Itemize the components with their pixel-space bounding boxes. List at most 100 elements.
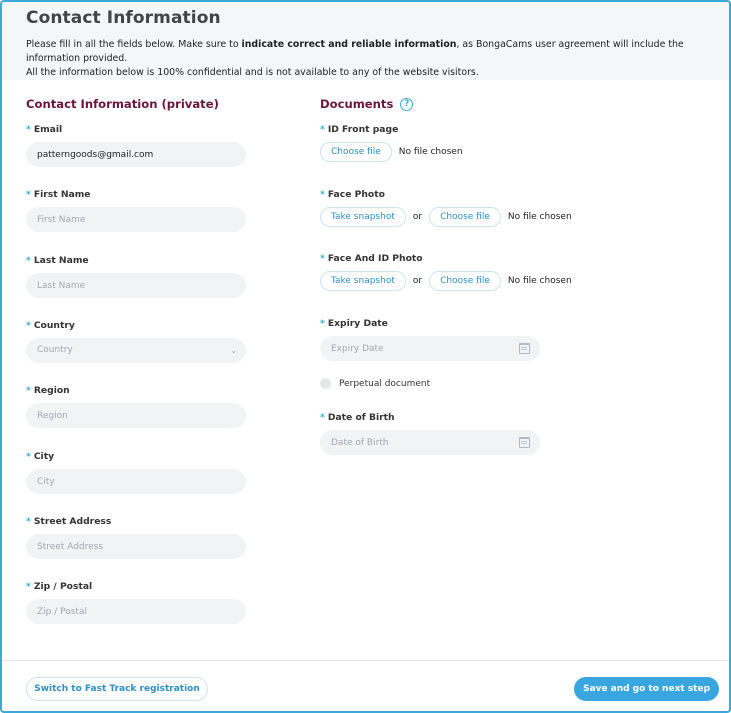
documents-section: Documents ? * ID Front page Choose file N… bbox=[320, 96, 620, 455]
country-select-value[interactable]: Country bbox=[26, 338, 246, 363]
intro-text-confidential: All the information below is 100% confid… bbox=[26, 67, 479, 78]
id-front-label: * ID Front page bbox=[320, 124, 463, 136]
country-label-text: Country bbox=[33, 320, 75, 331]
country-label: * Country bbox=[26, 320, 246, 332]
documents-section-title: Documents ? bbox=[320, 96, 620, 112]
required-mark: * bbox=[320, 253, 325, 264]
region-field-group: * Region bbox=[26, 385, 246, 428]
intro-text-emphasis: indicate correct and reliable informatio… bbox=[241, 39, 457, 50]
id-front-field-group: * ID Front page Choose file No file chose… bbox=[320, 124, 463, 162]
form-header: Contact Information Please fill in all t… bbox=[2, 2, 729, 80]
region-input[interactable] bbox=[26, 403, 246, 428]
zip-field-group: * Zip / Postal bbox=[26, 581, 246, 624]
documents-title-text: Documents bbox=[320, 97, 394, 111]
face-photo-take-snapshot-button[interactable]: Take snapshot bbox=[320, 207, 406, 227]
or-separator: or bbox=[412, 212, 423, 222]
expiry-date-input[interactable] bbox=[320, 336, 540, 361]
face-id-photo-field-group: * Face And ID Photo Take snapshot or Choo… bbox=[320, 253, 572, 291]
face-id-photo-choose-file-button[interactable]: Choose file bbox=[429, 271, 501, 291]
country-field-group: * Country Country ⌄ bbox=[26, 320, 246, 363]
id-front-label-text: ID Front page bbox=[327, 124, 399, 135]
first-name-input[interactable] bbox=[26, 207, 246, 232]
required-mark: * bbox=[26, 124, 31, 135]
contact-information-section: Contact Information (private) *Email *Fi… bbox=[26, 96, 266, 624]
first-name-label-text: First Name bbox=[33, 189, 91, 200]
last-name-field-group: * Last Name bbox=[26, 255, 246, 298]
contact-section-title: Contact Information (private) bbox=[26, 97, 219, 111]
id-front-file-row: Choose file No file chosen bbox=[320, 142, 463, 162]
perpetual-document-checkbox[interactable] bbox=[320, 378, 331, 389]
street-address-field-group: * Street Address bbox=[26, 516, 246, 559]
intro-text: Please fill in all the fields below. Mak… bbox=[26, 38, 705, 80]
street-address-label-text: Street Address bbox=[33, 516, 112, 527]
required-mark: * bbox=[320, 189, 325, 200]
country-select[interactable]: Country ⌄ bbox=[26, 338, 246, 363]
email-input[interactable] bbox=[26, 142, 246, 167]
id-front-choose-file-button[interactable]: Choose file bbox=[320, 142, 392, 162]
required-mark: * bbox=[26, 385, 31, 396]
first-name-label: * First Name bbox=[26, 189, 246, 201]
zip-input[interactable] bbox=[26, 599, 246, 624]
zip-label-text: Zip / Postal bbox=[33, 581, 93, 592]
required-mark: * bbox=[26, 255, 31, 266]
page-title: Contact Information bbox=[26, 8, 221, 28]
expiry-date-picker bbox=[320, 336, 540, 361]
date-of-birth-label-text: Date of Birth bbox=[327, 412, 395, 423]
required-mark: * bbox=[320, 124, 325, 135]
help-icon[interactable]: ? bbox=[400, 97, 414, 111]
calendar-icon[interactable] bbox=[519, 437, 530, 448]
face-id-photo-label-text: Face And ID Photo bbox=[327, 253, 423, 264]
date-of-birth-input[interactable] bbox=[320, 430, 540, 455]
date-of-birth-label: * Date of Birth bbox=[320, 412, 540, 424]
required-mark: * bbox=[26, 320, 31, 331]
city-input[interactable] bbox=[26, 469, 246, 494]
fast-track-registration-button[interactable]: Switch to Fast Track registration bbox=[26, 677, 208, 701]
last-name-label-text: Last Name bbox=[33, 255, 89, 266]
city-label: * City bbox=[26, 451, 246, 463]
required-mark: * bbox=[26, 451, 31, 462]
required-mark: * bbox=[320, 318, 325, 329]
face-id-photo-label: * Face And ID Photo bbox=[320, 253, 572, 265]
date-of-birth-picker bbox=[320, 430, 540, 455]
email-label: * Email bbox=[26, 124, 246, 136]
perpetual-document-label: Perpetual document bbox=[339, 378, 431, 389]
save-and-next-button[interactable]: Save and go to next step bbox=[574, 677, 719, 701]
expiry-date-label-text: Expiry Date bbox=[327, 318, 388, 329]
face-photo-file-row: Take snapshot or Choose file No file cho… bbox=[320, 207, 572, 227]
face-photo-choose-file-button[interactable]: Choose file bbox=[429, 207, 501, 227]
id-front-file-status: No file chosen bbox=[398, 147, 463, 157]
chevron-down-icon: ⌄ bbox=[230, 346, 237, 355]
expiry-date-field-group: * Expiry Date bbox=[320, 318, 540, 361]
city-label-text: City bbox=[33, 451, 55, 462]
region-label-text: Region bbox=[33, 385, 70, 396]
expiry-date-label: * Expiry Date bbox=[320, 318, 540, 330]
face-photo-label: * Face Photo bbox=[320, 189, 572, 201]
required-mark: * bbox=[26, 581, 31, 592]
zip-label: * Zip / Postal bbox=[26, 581, 246, 593]
perpetual-document-option[interactable]: Perpetual document bbox=[320, 378, 430, 389]
street-address-label: * Street Address bbox=[26, 516, 246, 528]
first-name-field-group: * First Name bbox=[26, 189, 246, 232]
face-id-photo-file-status: No file chosen bbox=[507, 276, 572, 286]
city-field-group: * City bbox=[26, 451, 246, 494]
required-mark: * bbox=[26, 189, 31, 200]
street-address-input[interactable] bbox=[26, 534, 246, 559]
intro-text-start: Please fill in all the fields below. Mak… bbox=[26, 39, 242, 50]
form-footer: Switch to Fast Track registration Save a… bbox=[2, 660, 729, 711]
calendar-icon[interactable] bbox=[519, 343, 530, 354]
date-of-birth-field-group: * Date of Birth bbox=[320, 412, 540, 455]
region-label: * Region bbox=[26, 385, 246, 397]
face-photo-field-group: * Face Photo Take snapshot or Choose file… bbox=[320, 189, 572, 227]
face-photo-label-text: Face Photo bbox=[327, 189, 385, 200]
required-mark: * bbox=[26, 516, 31, 527]
face-photo-file-status: No file chosen bbox=[507, 212, 572, 222]
last-name-label: * Last Name bbox=[26, 255, 246, 267]
registration-form-window: Contact Information Please fill in all t… bbox=[0, 0, 731, 713]
last-name-input[interactable] bbox=[26, 273, 246, 298]
face-id-photo-file-row: Take snapshot or Choose file No file cho… bbox=[320, 271, 572, 291]
or-separator: or bbox=[412, 276, 423, 286]
email-field-group: * Email bbox=[26, 124, 246, 167]
face-id-photo-take-snapshot-button[interactable]: Take snapshot bbox=[320, 271, 406, 291]
required-mark: * bbox=[320, 412, 325, 423]
email-label-text: Email bbox=[33, 124, 63, 135]
